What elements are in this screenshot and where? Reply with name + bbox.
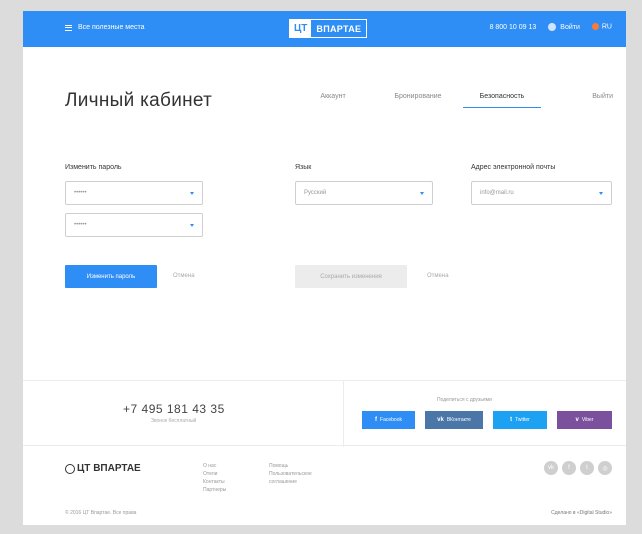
- language-switch[interactable]: RU: [591, 23, 612, 31]
- share-vk-button[interactable]: vk ВКонтакте: [425, 411, 483, 429]
- save-changes-button[interactable]: Сохранить изменения: [295, 265, 407, 288]
- footer-link[interactable]: Пользовательское: [269, 470, 312, 478]
- password-field[interactable]: ••••••: [65, 181, 203, 205]
- viber-icon: v: [575, 417, 579, 423]
- footer-bottom: ЦТ ВПАРТАЕ О нас Отели Контакты Партнеры…: [23, 446, 626, 525]
- vk-icon[interactable]: vk: [544, 461, 558, 475]
- email-value: info@mail.ru: [480, 190, 514, 196]
- footer-phone-note: Звонок бесплатный: [151, 418, 197, 424]
- email-select[interactable]: info@mail.ru: [471, 181, 612, 205]
- share-label: ВКонтакте: [446, 417, 471, 423]
- hamburger-icon: [65, 24, 72, 31]
- top-header: Все полезные места ЦТ ВПАРТАЕ 8 800 10 0…: [23, 11, 626, 47]
- social-links: vk f t ◎: [544, 461, 612, 475]
- email-label: Адрес электронной почты: [471, 164, 556, 171]
- change-password-button[interactable]: Изменить пароль: [65, 265, 157, 288]
- footer-phone[interactable]: +7 495 181 43 35: [123, 402, 225, 416]
- chevron-down-icon: [190, 192, 194, 195]
- chevron-down-icon: [190, 224, 194, 227]
- logo-icon: [65, 463, 75, 474]
- login-label: Войти: [560, 23, 580, 31]
- share-title: Поделиться с друзьями: [437, 397, 492, 403]
- facebook-icon[interactable]: f: [562, 461, 576, 475]
- flag-icon: [591, 23, 599, 31]
- share-label: Viber: [581, 417, 594, 423]
- footer-links-1: О нас Отели Контакты Партнеры: [203, 462, 226, 494]
- footer-contacts: +7 495 181 43 35 Звонок бесплатный Подел…: [23, 380, 626, 447]
- page-container: Все полезные места ЦТ ВПАРТАЕ 8 800 10 0…: [23, 11, 626, 525]
- developer-credit[interactable]: Сделано в «Digital Studio»: [551, 510, 612, 516]
- menu-button[interactable]: Все полезные места: [65, 24, 145, 31]
- footer-link[interactable]: Партнеры: [203, 486, 226, 494]
- password-value: ••••••: [74, 190, 87, 196]
- language-select[interactable]: Русский: [295, 181, 433, 205]
- language-label: RU: [601, 23, 612, 31]
- footer-links-2: Помощь Пользовательское соглашение: [269, 462, 312, 486]
- footer-divider: [343, 381, 344, 447]
- share-label: Facebook: [380, 417, 402, 423]
- page-title: Личный кабинет: [65, 90, 213, 111]
- share-label: Twitter: [515, 417, 530, 423]
- language-value: Русский: [304, 190, 327, 196]
- header-phone[interactable]: 8 800 10 09 13: [490, 24, 537, 31]
- footer-logo-text: ЦТ ВПАРТАЕ: [77, 463, 141, 474]
- cancel-changes-link[interactable]: Отмена: [427, 273, 449, 279]
- logo-mark: ЦТ: [290, 20, 312, 37]
- logo-text: ВПАРТАЕ: [316, 24, 362, 34]
- tab-account[interactable]: Аккаунт: [293, 93, 373, 108]
- chevron-down-icon: [599, 192, 603, 195]
- share-viber-button[interactable]: v Viber: [557, 411, 612, 429]
- footer-link[interactable]: О нас: [203, 462, 226, 470]
- share-facebook-button[interactable]: f Facebook: [362, 411, 415, 429]
- copyright: © 2016 ЦТ Впартае. Все права: [65, 510, 137, 516]
- vk-icon: vk: [437, 417, 444, 423]
- instagram-icon[interactable]: ◎: [598, 461, 612, 475]
- tab-bookings[interactable]: Бронирование: [373, 93, 463, 108]
- footer-link[interactable]: Помощь: [269, 462, 312, 470]
- password-confirm-value: ••••••: [74, 222, 87, 228]
- password-label: Изменить пароль: [65, 164, 122, 171]
- password-confirm-field[interactable]: ••••••: [65, 213, 203, 237]
- site-logo[interactable]: ЦТ ВПАРТАЕ: [289, 19, 368, 38]
- language-label: Язык: [295, 164, 312, 171]
- user-icon: [548, 23, 557, 31]
- footer-link[interactable]: соглашение: [269, 478, 312, 486]
- share-twitter-button[interactable]: t Twitter: [493, 411, 547, 429]
- tab-logout[interactable]: Выйти: [541, 93, 613, 108]
- twitter-icon[interactable]: t: [580, 461, 594, 475]
- twitter-icon: t: [510, 417, 513, 423]
- account-tabs: Аккаунт Бронирование Безопасность Выйти: [293, 93, 613, 108]
- footer-logo[interactable]: ЦТ ВПАРТАЕ: [65, 463, 141, 474]
- tab-security[interactable]: Безопасность: [463, 93, 541, 108]
- footer-link[interactable]: Отели: [203, 470, 226, 478]
- menu-label: Все полезные места: [78, 24, 145, 31]
- header-right: 8 800 10 09 13 Войти RU: [490, 23, 612, 31]
- facebook-icon: f: [375, 417, 378, 423]
- cancel-password-link[interactable]: Отмена: [173, 273, 195, 279]
- footer-link[interactable]: Контакты: [203, 478, 226, 486]
- login-link[interactable]: Войти: [548, 23, 580, 31]
- chevron-down-icon: [420, 192, 424, 195]
